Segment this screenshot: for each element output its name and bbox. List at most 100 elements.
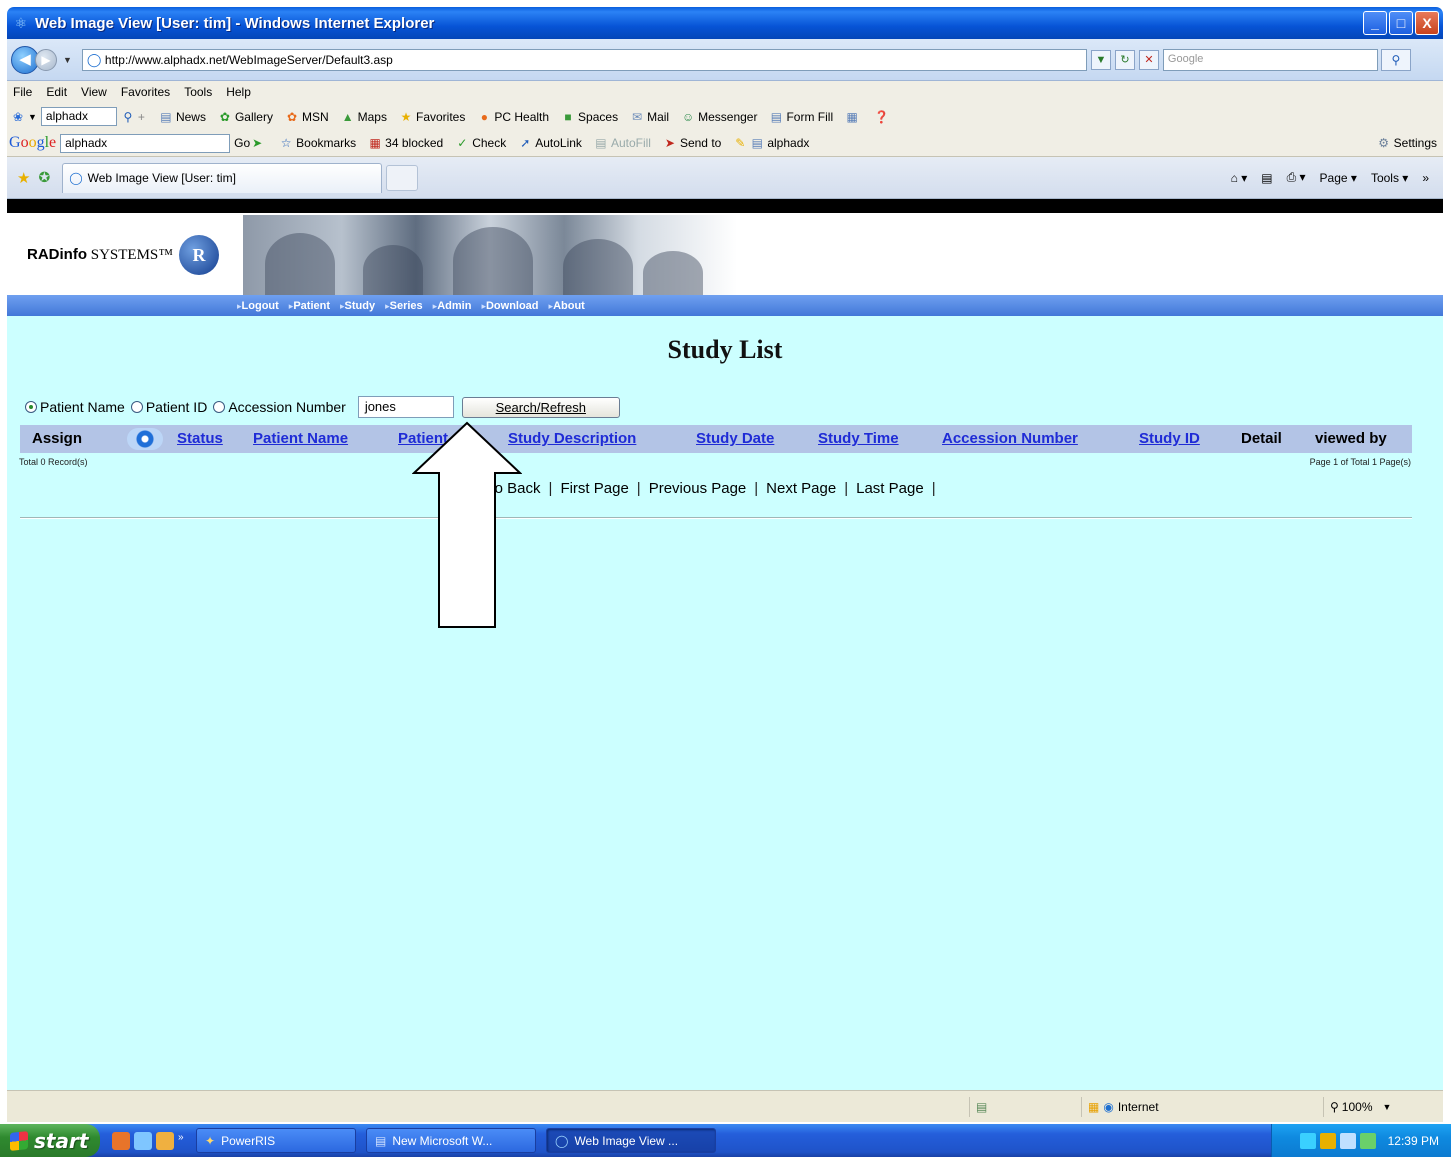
- menu-favorites[interactable]: Favorites: [121, 85, 170, 99]
- menu-file[interactable]: File: [13, 85, 32, 99]
- nav-download[interactable]: Download: [481, 300, 539, 312]
- close-button[interactable]: X: [1415, 11, 1439, 35]
- check-icon: ✓: [457, 136, 468, 150]
- forward-button[interactable]: ▶: [35, 48, 57, 71]
- toolbar-autofill[interactable]: ▤ AutoFill: [594, 136, 651, 150]
- live-search-input[interactable]: Google: [1162, 48, 1378, 71]
- tray-app-icon[interactable]: [1359, 1132, 1376, 1149]
- col-accession-number[interactable]: Accession Number: [942, 430, 1078, 447]
- toolbar-mail[interactable]: ✉ Mail: [630, 110, 669, 124]
- col-patient-name[interactable]: Patient Name: [253, 430, 348, 447]
- recent-pages-dropdown-icon[interactable]: ▼: [63, 55, 72, 65]
- print-icon[interactable]: ⎙ ▾: [1287, 170, 1306, 185]
- new-tab-button[interactable]: [386, 164, 419, 191]
- nav-series[interactable]: Series: [385, 300, 423, 312]
- search-go-icon[interactable]: ⚲: [1380, 48, 1411, 71]
- toolbar-popups-blocked[interactable]: ▦ 34 blocked: [368, 136, 444, 150]
- quick-launch-more-icon[interactable]: »: [178, 1132, 186, 1150]
- toolbar-help[interactable]: ❓: [874, 110, 891, 124]
- nav-patient[interactable]: Patient: [289, 300, 330, 312]
- add-icon[interactable]: +: [138, 110, 145, 124]
- pager-last-page[interactable]: Last Page: [856, 480, 924, 497]
- nav-study[interactable]: Study: [340, 300, 376, 312]
- tray-network-icon[interactable]: [1299, 1132, 1316, 1149]
- word-icon: ▤: [375, 1133, 387, 1148]
- tray-volume-icon[interactable]: [1339, 1132, 1356, 1149]
- add-favorite-icon[interactable]: ✪: [38, 169, 50, 186]
- menu-help[interactable]: Help: [226, 85, 251, 99]
- col-study-time[interactable]: Study Time: [818, 430, 899, 447]
- refresh-icon[interactable]: ↻: [1114, 49, 1135, 70]
- menu-edit[interactable]: Edit: [46, 85, 67, 99]
- google-go-button[interactable]: Go ➤: [234, 136, 267, 150]
- search-input[interactable]: jones: [357, 396, 454, 418]
- msn-search-input[interactable]: alphadx: [40, 107, 117, 126]
- menu-view[interactable]: View: [81, 85, 107, 99]
- toolbar-msn[interactable]: ✿ MSN: [285, 110, 329, 124]
- toolbar-autolink[interactable]: ➚ AutoLink: [518, 136, 582, 150]
- col-study-date[interactable]: Study Date: [696, 430, 774, 447]
- powerris-icon: ✦: [205, 1133, 216, 1148]
- toolbar-highlight[interactable]: ✎ ▤ alphadx: [733, 136, 809, 150]
- taskbar-word-document[interactable]: ▤ New Microsoft W...: [366, 1128, 536, 1153]
- url-dropdown-icon[interactable]: ▼: [1090, 49, 1111, 70]
- chevron-more-icon[interactable]: »: [1422, 171, 1429, 185]
- page-icon: ◯: [86, 51, 102, 67]
- tray-security-icon[interactable]: [1319, 1132, 1336, 1149]
- radio-patient-id[interactable]: Patient ID: [130, 399, 207, 415]
- toolbar-gallery[interactable]: ✿ Gallery: [218, 110, 273, 124]
- pager-previous-page[interactable]: Previous Page: [649, 480, 747, 497]
- toolbar-bookmarks[interactable]: ☆ Bookmarks: [279, 136, 356, 150]
- security-zone[interactable]: ▦ ◉ Internet: [1081, 1097, 1241, 1117]
- col-study-description[interactable]: Study Description: [508, 430, 636, 447]
- col-status[interactable]: Status: [177, 430, 223, 447]
- url-text: http://www.alphadx.net/WebImageServer/De…: [104, 52, 393, 67]
- msn-dropdown-icon[interactable]: ▼: [28, 112, 37, 122]
- home-icon[interactable]: ⌂ ▾: [1231, 171, 1248, 185]
- radio-patient-name[interactable]: Patient Name: [25, 399, 125, 415]
- tab-web-image-view[interactable]: ◯ Web Image View [User: tim]: [62, 162, 383, 193]
- windows-flag-icon: [10, 1130, 28, 1151]
- page-menu[interactable]: Page ▾: [1320, 171, 1357, 185]
- feeds-icon[interactable]: ▤: [1261, 171, 1272, 185]
- bookmark-star-icon: ☆: [280, 136, 292, 150]
- minimize-button[interactable]: _: [1363, 11, 1387, 35]
- toolbar-spellcheck[interactable]: ✓ Check: [455, 136, 506, 150]
- taskbar-powerris[interactable]: ✦ PowerRIS: [196, 1128, 356, 1153]
- toolbar-news[interactable]: ▤ News: [159, 110, 206, 124]
- tools-menu[interactable]: Tools ▾: [1371, 171, 1408, 185]
- zoom-level[interactable]: ⚲ 100% ▼: [1323, 1097, 1433, 1117]
- toolbar-form-fill[interactable]: ▤ Form Fill: [769, 110, 833, 124]
- stop-icon[interactable]: ✕: [1138, 49, 1159, 70]
- pager-next-page[interactable]: Next Page: [766, 480, 836, 497]
- favorites-center-icon[interactable]: ★: [17, 169, 30, 187]
- quick-launch-outlook-icon[interactable]: [156, 1131, 174, 1150]
- google-search-input[interactable]: alphadx: [60, 133, 231, 153]
- search-icon[interactable]: ⚲: [121, 110, 135, 124]
- search-refresh-button[interactable]: Search/Refresh: [461, 396, 620, 418]
- nav-logout[interactable]: Logout: [237, 300, 279, 312]
- toolbar-settings[interactable]: ⚙ Settings: [1377, 136, 1437, 150]
- toolbar-favorites[interactable]: ★ Favorites: [399, 110, 466, 124]
- news-icon: ▤: [160, 109, 172, 124]
- toolbar-spaces[interactable]: ■ Spaces: [561, 110, 618, 124]
- view-eye-icon[interactable]: [127, 428, 163, 450]
- start-button[interactable]: start: [0, 1124, 100, 1157]
- toolbar-extra[interactable]: ▦: [845, 110, 862, 124]
- toolbar-send-to[interactable]: ➤ Send to: [663, 136, 721, 150]
- content-divider: [20, 517, 1412, 519]
- nav-admin[interactable]: Admin: [433, 300, 471, 312]
- quick-launch-app-icon[interactable]: [112, 1131, 130, 1150]
- nav-about[interactable]: About: [549, 300, 585, 312]
- toolbar-messenger[interactable]: ☺ Messenger: [681, 110, 758, 124]
- url-field[interactable]: ◯ http://www.alphadx.net/WebImageServer/…: [81, 48, 1087, 71]
- maximize-button[interactable]: □: [1389, 11, 1413, 35]
- toolbar-maps[interactable]: ▲ Maps: [341, 110, 387, 124]
- toolbar-pc-health[interactable]: ● PC Health: [477, 110, 549, 124]
- menu-tools[interactable]: Tools: [184, 85, 212, 99]
- radio-accession-number[interactable]: Accession Number: [213, 399, 346, 415]
- quick-launch-ie-icon[interactable]: [134, 1131, 152, 1150]
- pager-first-page[interactable]: First Page: [560, 480, 628, 497]
- col-study-id[interactable]: Study ID: [1139, 430, 1200, 447]
- taskbar-web-image-view[interactable]: ◯ Web Image View ...: [546, 1128, 716, 1153]
